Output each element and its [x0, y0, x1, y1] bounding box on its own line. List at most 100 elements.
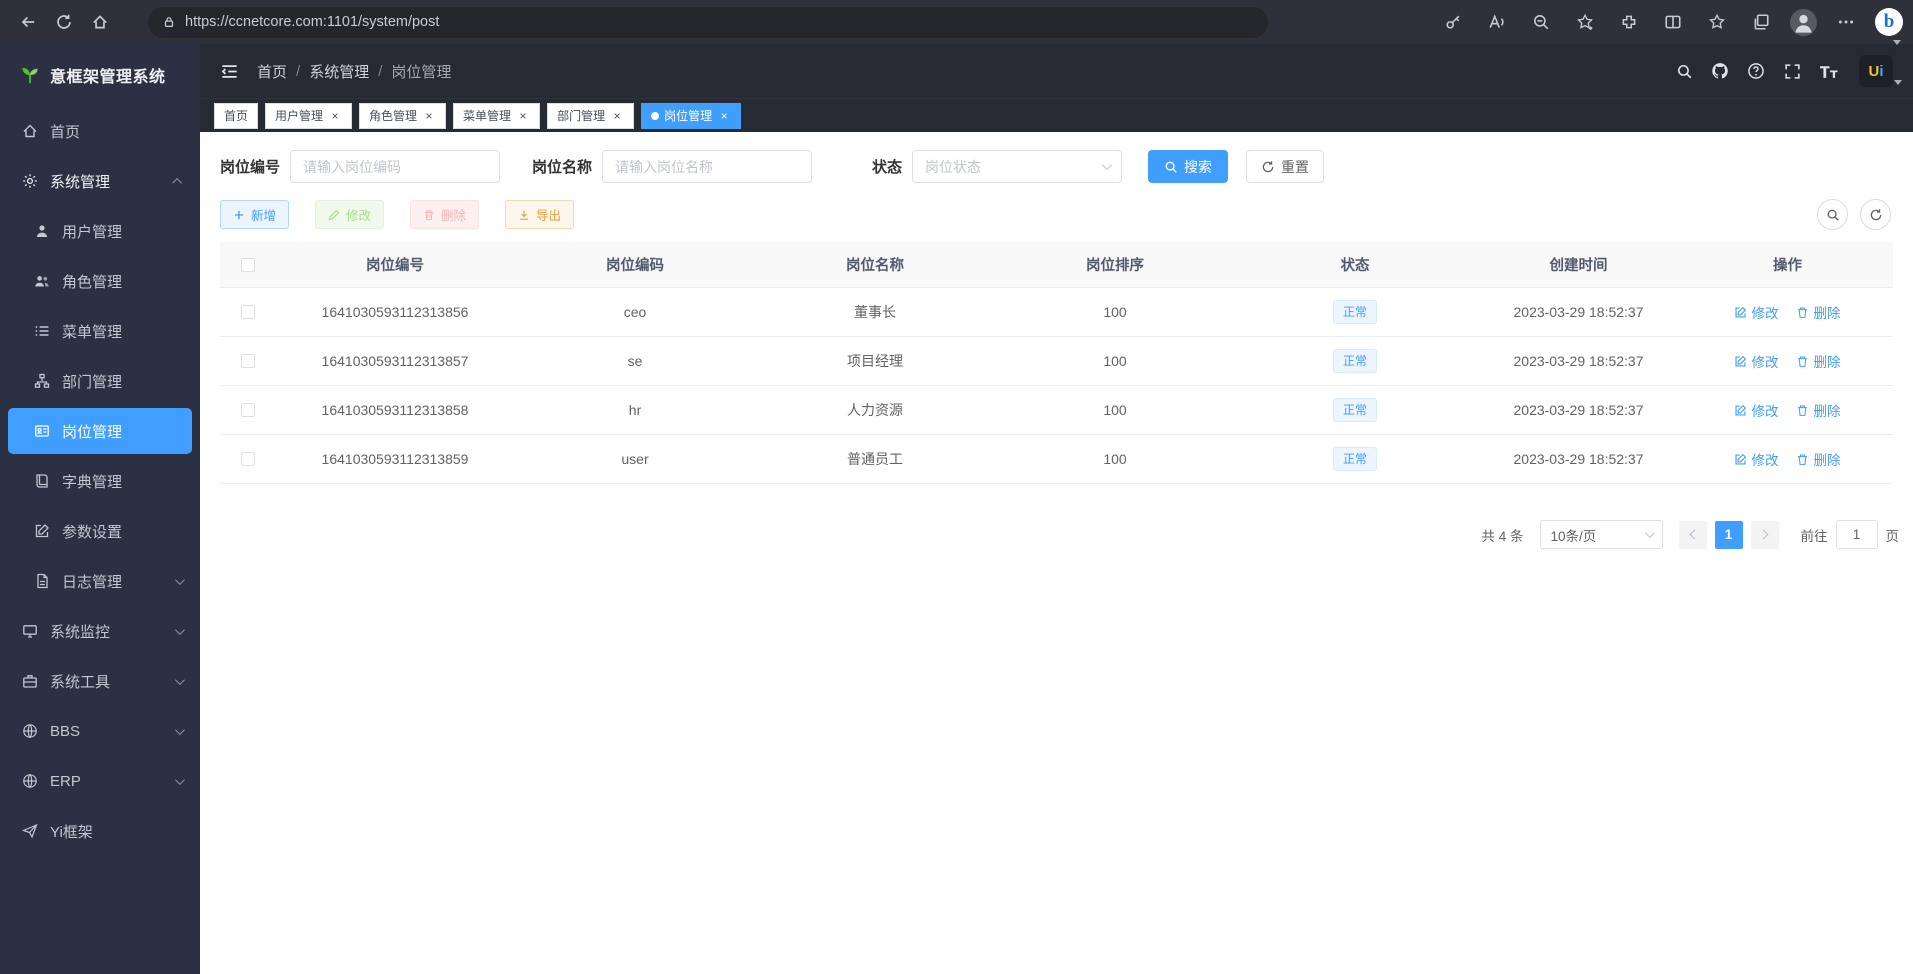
close-icon[interactable] — [328, 109, 342, 123]
browser-menu-icon[interactable] — [1831, 4, 1861, 40]
chevron-up-icon — [172, 177, 182, 187]
sidebar-item-bbs[interactable]: BBS — [0, 706, 200, 756]
browser-profile-avatar[interactable] — [1790, 9, 1817, 36]
tab-role-mgmt[interactable]: 角色管理 — [359, 103, 446, 129]
logo-leaf-icon — [20, 65, 40, 85]
pencil-icon — [328, 209, 340, 221]
home-icon[interactable] — [82, 4, 118, 40]
sidebar-item-dept-mgmt[interactable]: 部门管理 — [0, 356, 200, 406]
tab-dept-mgmt[interactable]: 部门管理 — [547, 103, 634, 129]
row-edit-link[interactable]: 修改 — [1734, 351, 1778, 371]
select-all-checkbox[interactable] — [241, 258, 255, 272]
github-icon[interactable] — [1705, 56, 1735, 86]
next-page-button[interactable] — [1751, 521, 1779, 549]
pencil-square-icon — [1734, 306, 1747, 319]
refresh-icon — [1261, 160, 1275, 174]
sidebar-item-param-settings[interactable]: 参数设置 — [0, 506, 200, 556]
row-checkbox[interactable] — [241, 305, 255, 319]
pencil-square-icon — [1734, 453, 1747, 466]
row-checkbox[interactable] — [241, 452, 255, 466]
zoom-out-icon[interactable] — [1526, 4, 1556, 40]
user-avatar[interactable]: Ui — [1859, 55, 1893, 87]
export-button[interactable]: 导出 — [505, 200, 574, 229]
row-checkbox[interactable] — [241, 354, 255, 368]
trash-icon — [1796, 355, 1809, 368]
address-bar[interactable]: https://ccnetcore.com:1101/system/post — [148, 7, 1268, 38]
help-icon[interactable] — [1741, 56, 1771, 86]
row-checkbox[interactable] — [241, 403, 255, 417]
toggle-search-button[interactable] — [1817, 199, 1848, 230]
row-edit-link[interactable]: 修改 — [1734, 449, 1778, 469]
row-delete-link[interactable]: 删除 — [1796, 400, 1840, 420]
post-code-input[interactable] — [290, 150, 500, 183]
page-number-1[interactable]: 1 — [1715, 521, 1743, 549]
sidebar-item-user-mgmt[interactable]: 用户管理 — [0, 206, 200, 256]
trash-icon — [1796, 404, 1809, 417]
fullscreen-icon[interactable] — [1777, 56, 1807, 86]
row-delete-link[interactable]: 删除 — [1796, 449, 1840, 469]
sidebar-item-system-mgmt[interactable]: 系统管理 — [0, 156, 200, 206]
sidebar-item-system-monitor[interactable]: 系统监控 — [0, 606, 200, 656]
close-icon[interactable] — [422, 109, 436, 123]
collections-icon[interactable] — [1746, 4, 1776, 40]
goto-page-input[interactable] — [1836, 520, 1878, 549]
tab-menu-mgmt[interactable]: 菜单管理 — [453, 103, 540, 129]
collapse-sidebar-icon[interactable] — [220, 62, 239, 81]
gear-icon — [22, 173, 38, 189]
bing-sidebar-icon[interactable]: b — [1875, 8, 1903, 36]
tab-home[interactable]: 首页 — [214, 103, 258, 129]
breadcrumb-home[interactable]: 首页 — [257, 61, 287, 82]
font-size-icon[interactable] — [1813, 56, 1843, 86]
col-post-id: 岗位编号 — [275, 242, 515, 287]
delete-button[interactable]: 删除 — [410, 200, 479, 229]
password-key-icon[interactable] — [1438, 4, 1468, 40]
edit-icon — [34, 523, 50, 539]
sidebar-item-yi-framework[interactable]: Yi框架 — [0, 806, 200, 856]
close-icon[interactable] — [610, 109, 624, 123]
refresh-icon[interactable] — [46, 4, 82, 40]
status-badge: 正常 — [1333, 349, 1377, 373]
tab-user-mgmt[interactable]: 用户管理 — [265, 103, 352, 129]
read-aloud-icon[interactable] — [1482, 4, 1512, 40]
browser-actions: b — [1438, 4, 1903, 40]
sidebar-item-dict-mgmt[interactable]: 字典管理 — [0, 456, 200, 506]
extensions-icon[interactable] — [1614, 4, 1644, 40]
edit-button[interactable]: 修改 — [315, 200, 384, 229]
header-search-icon[interactable] — [1669, 56, 1699, 86]
sidebar-item-system-tools[interactable]: 系统工具 — [0, 656, 200, 706]
sidebar-item-role-mgmt[interactable]: 角色管理 — [0, 256, 200, 306]
sidebar-item-menu-mgmt[interactable]: 菜单管理 — [0, 306, 200, 356]
row-delete-link[interactable]: 删除 — [1796, 302, 1840, 322]
pagination: 共 4 条 10条/页 1 前往 页 — [212, 520, 1901, 549]
chevron-down-icon — [1102, 160, 1112, 170]
favorites-icon[interactable] — [1702, 4, 1732, 40]
row-delete-link[interactable]: 删除 — [1796, 351, 1840, 371]
page-content: 岗位编号 岗位名称 状态 岗位状态 搜索 重 — [200, 132, 1913, 974]
refresh-table-button[interactable] — [1860, 199, 1891, 230]
sidebar-item-log-mgmt[interactable]: 日志管理 — [0, 556, 200, 606]
add-favorite-icon[interactable] — [1570, 4, 1600, 40]
back-icon[interactable] — [10, 4, 46, 40]
sidebar-item-post-mgmt[interactable]: 岗位管理 — [8, 408, 192, 454]
table-row: 1641030593112313857 se 项目经理 100 正常 2023-… — [220, 337, 1893, 386]
close-icon[interactable] — [717, 109, 731, 123]
sidebar-item-erp[interactable]: ERP — [0, 756, 200, 806]
sidebar-item-home[interactable]: 首页 — [0, 106, 200, 156]
pencil-square-icon — [1734, 355, 1747, 368]
row-edit-link[interactable]: 修改 — [1734, 302, 1778, 322]
breadcrumb-system[interactable]: 系统管理 — [309, 61, 369, 82]
prev-page-button[interactable] — [1679, 521, 1707, 549]
add-button[interactable]: 新增 — [220, 200, 289, 229]
post-name-input[interactable] — [602, 150, 812, 183]
page-size-select[interactable]: 10条/页 — [1540, 520, 1663, 549]
trash-icon — [423, 209, 435, 221]
log-document-icon — [34, 573, 50, 589]
goto-label: 前往 — [1801, 525, 1828, 545]
tab-post-mgmt[interactable]: 岗位管理 — [641, 103, 741, 129]
reset-button[interactable]: 重置 — [1246, 150, 1324, 183]
status-select[interactable]: 岗位状态 — [912, 150, 1122, 183]
row-edit-link[interactable]: 修改 — [1734, 400, 1778, 420]
close-icon[interactable] — [516, 109, 530, 123]
search-button[interactable]: 搜索 — [1148, 150, 1228, 183]
split-screen-icon[interactable] — [1658, 4, 1688, 40]
